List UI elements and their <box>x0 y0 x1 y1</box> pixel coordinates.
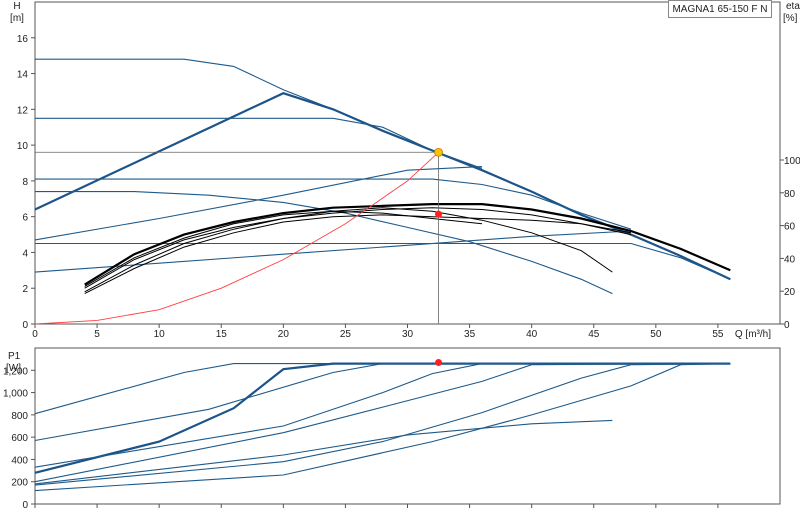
y-tick-label: 4 <box>22 248 28 259</box>
x-tick-label: 10 <box>154 329 166 340</box>
power-y-tick-label: 0 <box>22 500 28 511</box>
efficiency-point-marker <box>435 210 443 218</box>
power-y-tick-label: 1,000 <box>3 389 28 400</box>
x-tick-label: 20 <box>278 329 290 340</box>
power-curve <box>34 363 731 442</box>
head-curve <box>35 191 613 295</box>
x-tick-label: 30 <box>402 329 414 340</box>
power-curve <box>34 363 731 468</box>
efficiency-curve <box>84 207 632 289</box>
y-axis-label: H <box>13 1 20 12</box>
y-tick-label: 0 <box>22 320 28 331</box>
y2-axis-label: eta <box>786 1 800 12</box>
y2-tick-label: 100 <box>784 156 800 167</box>
y2-tick-label: 0 <box>784 320 790 331</box>
power-y-tick-label: 200 <box>11 478 28 489</box>
x-tick-label: 35 <box>464 329 476 340</box>
power-curve <box>34 363 731 483</box>
y-tick-label: 16 <box>17 34 29 45</box>
x-tick-label: 5 <box>94 329 100 340</box>
y2-tick-label: 20 <box>784 287 796 298</box>
efficiency-curve <box>84 210 483 287</box>
y2-axis-unit: [%] <box>783 13 798 24</box>
y-tick-label: 14 <box>17 70 29 81</box>
x-tick-label: 0 <box>32 329 38 340</box>
y2-tick-label: 80 <box>784 189 796 200</box>
x-tick-label: 40 <box>526 329 538 340</box>
y-tick-label: 10 <box>17 141 29 152</box>
head-curve <box>35 242 731 280</box>
power-duty-point-marker <box>435 358 443 366</box>
system-curve <box>34 151 439 325</box>
product-name-badge: MAGNA1 65-150 F N <box>668 0 772 18</box>
x-tick-label: 15 <box>216 329 228 340</box>
power-y-tick-label: 400 <box>11 455 28 466</box>
x-tick-label: 50 <box>650 329 662 340</box>
y-tick-label: 8 <box>22 177 28 188</box>
power-curve <box>34 362 731 474</box>
power-plot-frame <box>34 347 781 505</box>
x-axis-label: Q [m³/h] <box>735 329 771 340</box>
head-curve <box>35 178 632 230</box>
head-plot-frame <box>34 1 781 325</box>
power-curve <box>34 363 731 486</box>
x-tick-label: 25 <box>340 329 352 340</box>
pump-performance-chart: H[m] eta[%] Q [m³/h] 0 2 4 6 8 10 12 14 16 0 20 40 60 80… <box>3 1 800 511</box>
y-axis-unit: [m] <box>10 13 24 24</box>
x-tick-label: 55 <box>712 329 724 340</box>
y-tick-label: 6 <box>22 213 28 224</box>
power-y-tick-label: 1,200 <box>3 366 28 377</box>
power-curve <box>34 363 731 415</box>
head-curve <box>34 230 632 273</box>
y2-tick-label: 40 <box>784 254 796 265</box>
duty-point-marker <box>434 147 443 157</box>
y-tick-label: 2 <box>22 284 28 295</box>
head-curve <box>35 58 731 280</box>
efficiency-curve <box>84 214 632 295</box>
x-tick-label: 45 <box>588 329 600 340</box>
y2-tick-label: 60 <box>784 222 796 233</box>
power-y-tick-label: 800 <box>11 411 28 422</box>
power-y-tick-label: 600 <box>11 433 28 444</box>
power-axis-label: P1 <box>8 351 21 362</box>
y-tick-label: 12 <box>17 105 29 116</box>
